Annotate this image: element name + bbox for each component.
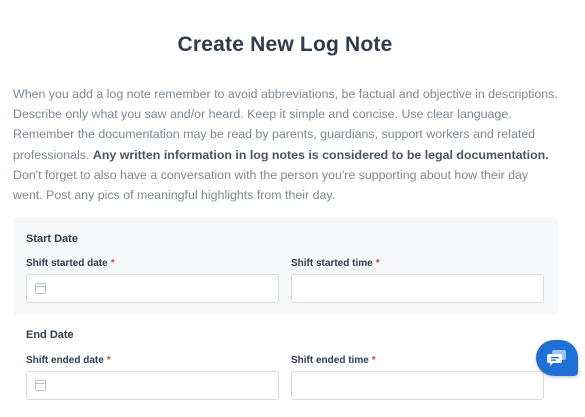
shift-ended-date-label: Shift ended date * — [26, 355, 111, 366]
shift-started-date-label: Shift started date * — [26, 258, 115, 269]
shift-started-time-label-text: Shift started time — [291, 258, 373, 269]
shift-ended-time-label-text: Shift ended time — [291, 355, 369, 366]
intro-text: When you add a log note remember to avoi… — [13, 84, 561, 205]
end-date-title: End Date — [26, 329, 74, 341]
chat-button[interactable] — [536, 340, 578, 376]
required-marker: * — [375, 258, 380, 269]
required-marker: * — [371, 355, 376, 366]
required-marker: * — [110, 258, 115, 269]
start-date-title: Start Date — [26, 233, 78, 245]
shift-started-time-label: Shift started time * — [291, 258, 380, 269]
intro-legal-note: Any written information in log notes is … — [92, 147, 549, 162]
shift-ended-time-input[interactable] — [291, 371, 544, 400]
shift-started-date-label-text: Shift started date — [26, 258, 108, 269]
shift-ended-date-label-text: Shift ended date — [26, 355, 104, 366]
page-title: Create New Log Note — [177, 33, 393, 56]
start-date-section: Start Date Shift started date * Shift sta… — [13, 217, 558, 315]
intro-text-end: Don't forget to also have a conversation… — [13, 167, 529, 203]
end-date-section: End Date Shift ended date * Shift ended t… — [13, 317, 558, 417]
shift-started-time-input[interactable] — [291, 274, 544, 303]
shift-started-date-input[interactable] — [26, 274, 279, 303]
shift-ended-date-input[interactable] — [26, 371, 279, 400]
calendar-icon[interactable] — [35, 283, 46, 294]
chat-icon — [547, 350, 566, 366]
shift-ended-time-label: Shift ended time * — [291, 355, 376, 366]
calendar-icon[interactable] — [35, 380, 46, 391]
required-marker: * — [106, 355, 111, 366]
